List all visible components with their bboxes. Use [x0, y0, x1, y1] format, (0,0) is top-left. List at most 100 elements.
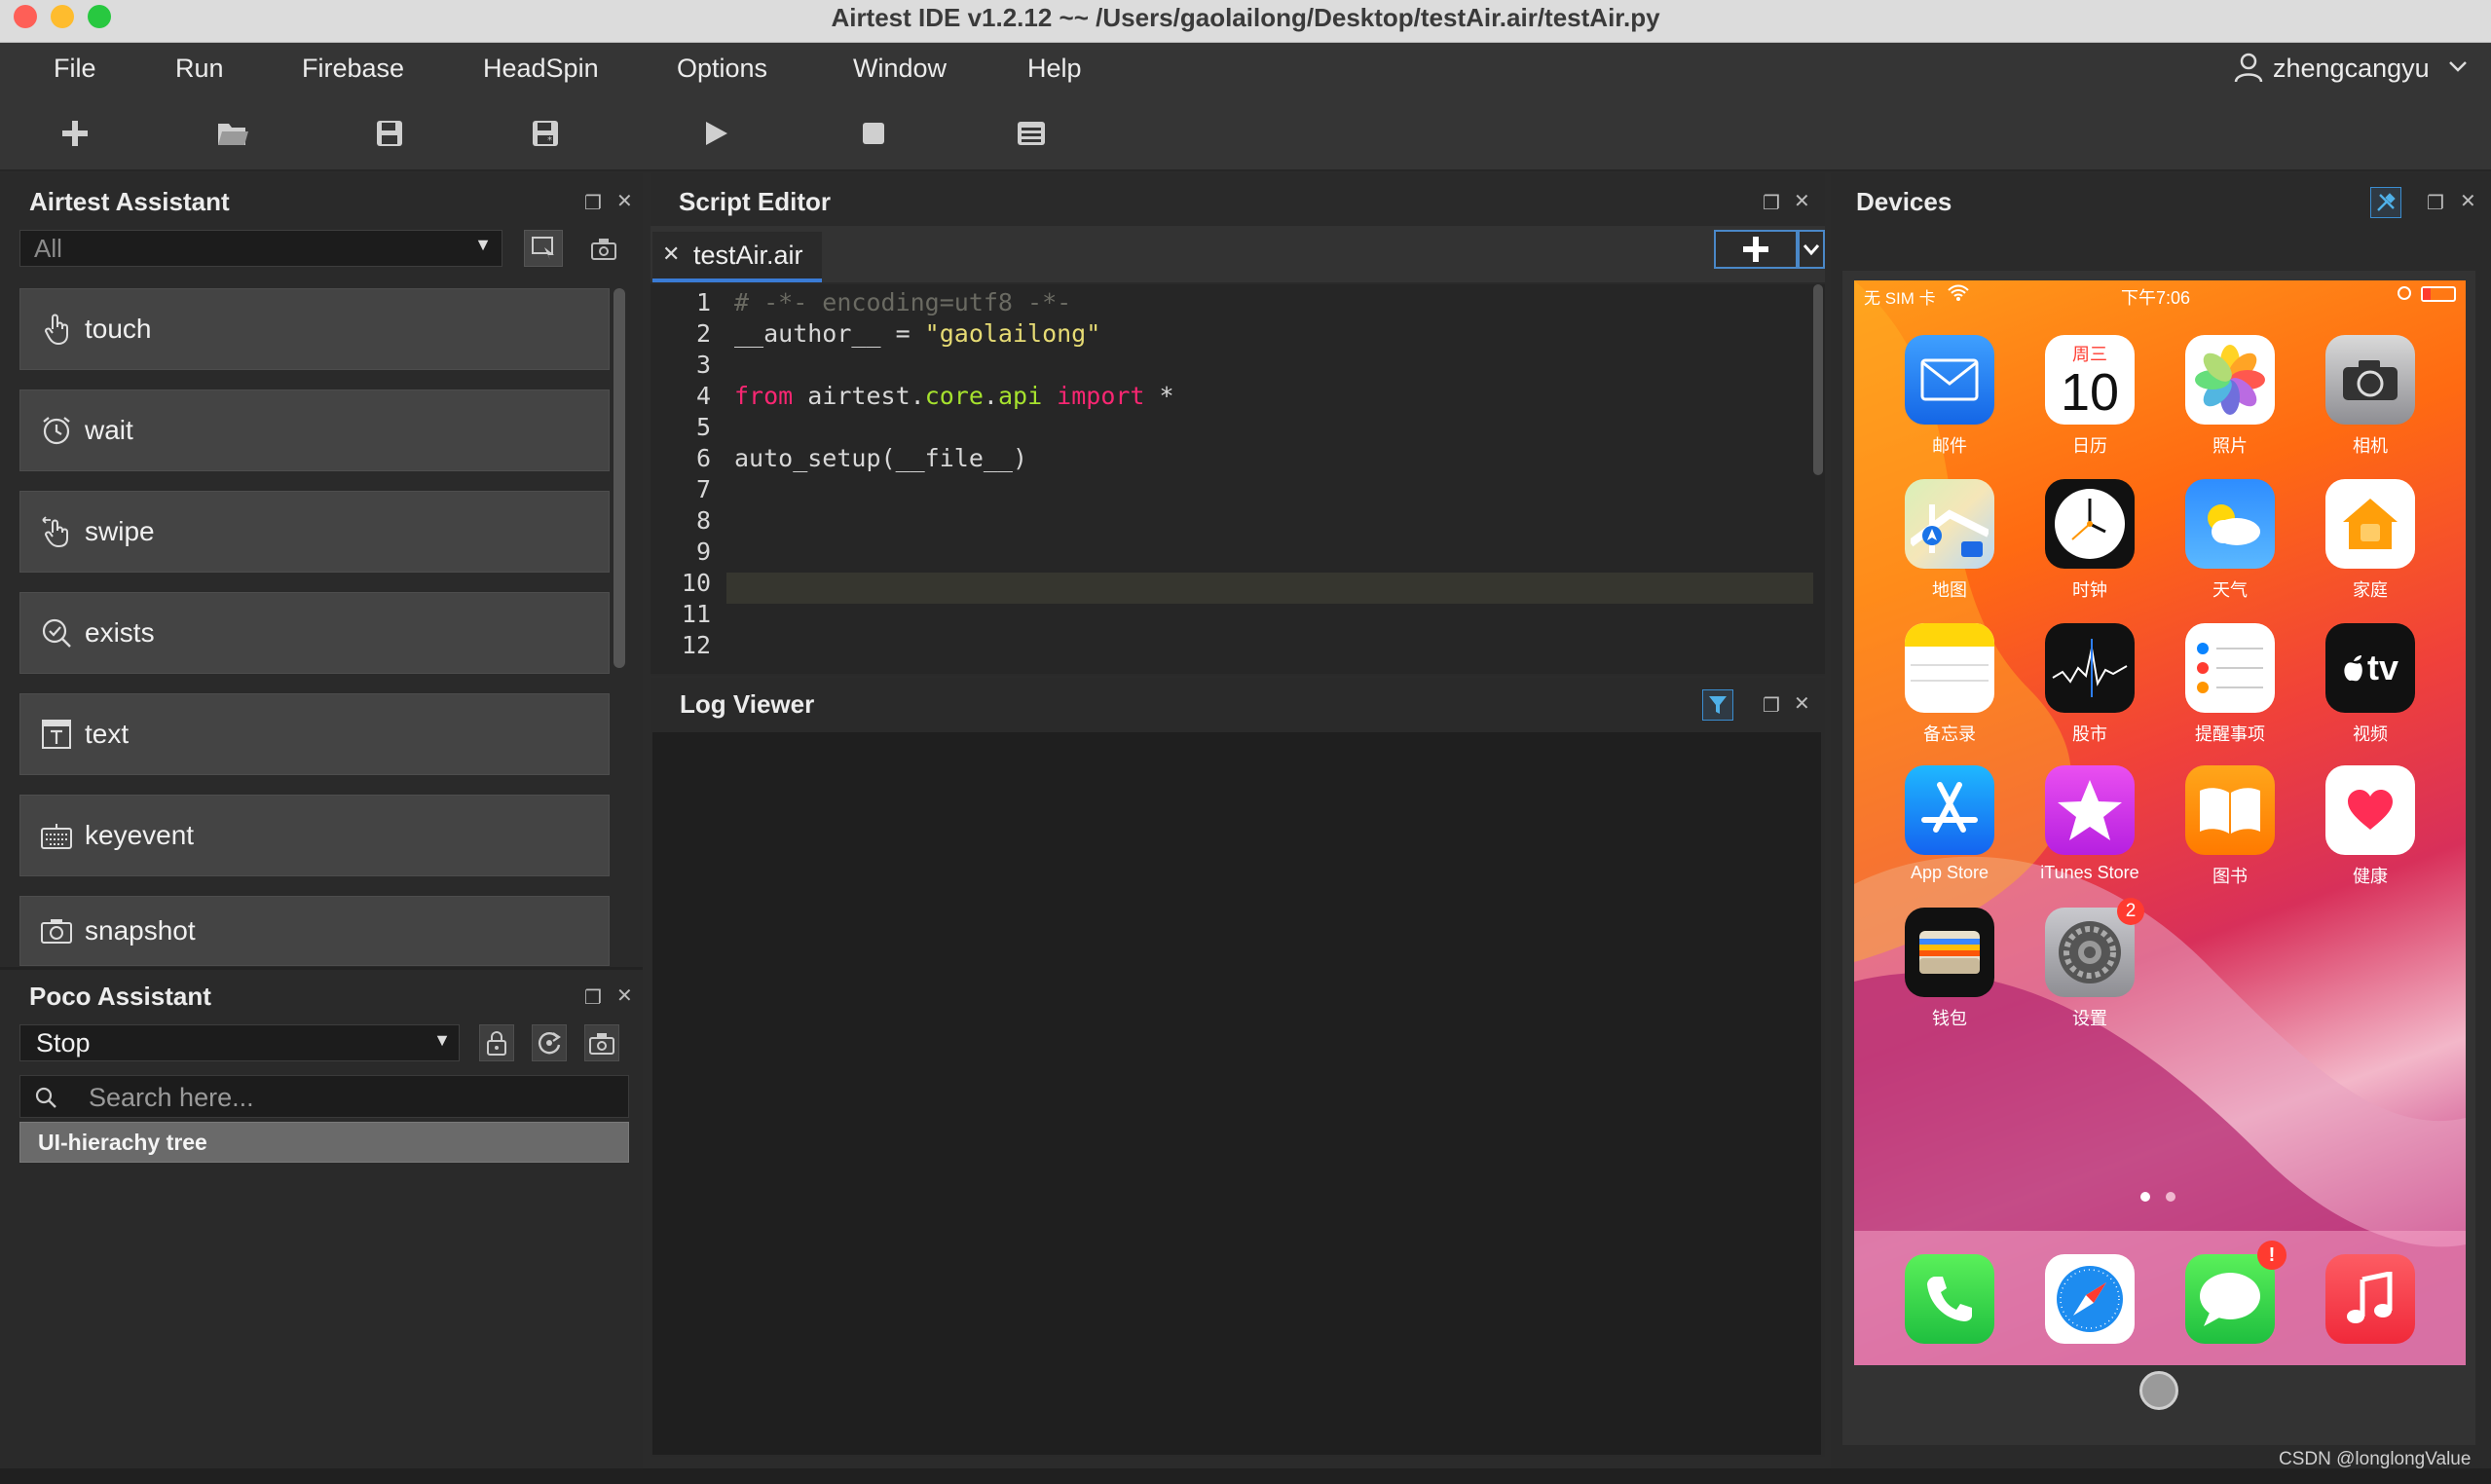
clock-app-icon[interactable]: [2045, 479, 2135, 569]
menu-help[interactable]: Help: [1027, 43, 1082, 93]
editor-scrollbar[interactable]: [1813, 284, 1823, 475]
open-script-button[interactable]: [208, 109, 257, 158]
home-app-icon[interactable]: [2325, 479, 2415, 569]
tab-list-button[interactable]: [1798, 230, 1825, 269]
menu-options[interactable]: Options: [677, 43, 767, 93]
calendar-app-icon[interactable]: 周三 10: [2045, 335, 2135, 425]
safari-app-icon[interactable]: [2045, 1254, 2135, 1344]
page-indicator-dot[interactable]: [2140, 1192, 2150, 1202]
action-text-button[interactable]: text: [19, 693, 610, 775]
chevron-down-icon: ▼: [474, 235, 492, 254]
close-tab-icon[interactable]: ✕: [662, 241, 680, 267]
device-tools-button[interactable]: [2370, 187, 2401, 218]
app-label: 设置: [2072, 1009, 2107, 1028]
user-icon[interactable]: [2232, 51, 2265, 84]
mail-app-icon[interactable]: [1905, 335, 1994, 425]
maps-app-icon[interactable]: [1905, 479, 1994, 569]
poco-mode-value: Stop: [36, 1028, 91, 1057]
camera-app-icon[interactable]: [2325, 335, 2415, 425]
poco-record-button[interactable]: [584, 1024, 619, 1061]
filter-select-value: All: [34, 234, 62, 263]
reminders-app-icon[interactable]: [2185, 623, 2275, 713]
log-filter-button[interactable]: [1702, 689, 1733, 721]
float-panel-icon[interactable]: ❐: [1763, 693, 1780, 718]
books-app-icon[interactable]: [2185, 765, 2275, 855]
chevron-down-icon[interactable]: [2446, 55, 2470, 78]
record-button[interactable]: [584, 230, 623, 267]
filter-select[interactable]: All ▼: [19, 230, 502, 267]
menu-run[interactable]: Run: [175, 43, 224, 93]
new-script-button[interactable]: [51, 109, 99, 158]
tv-app-icon[interactable]: tv: [2325, 623, 2415, 713]
app-label: 家庭: [2353, 580, 2388, 600]
save-as-button[interactable]: *: [522, 109, 571, 158]
health-app-icon[interactable]: [2325, 765, 2415, 855]
app-label: 时钟: [2072, 580, 2107, 600]
poco-lock-button[interactable]: [479, 1024, 514, 1061]
hierarchy-tree-header[interactable]: UI-hierachy tree: [19, 1122, 629, 1163]
wallet-app-icon[interactable]: [1905, 908, 1994, 997]
messages-app-icon[interactable]: [2185, 1254, 2275, 1344]
action-label: text: [85, 719, 130, 749]
weather-app-icon[interactable]: [2185, 479, 2275, 569]
float-panel-icon[interactable]: ❐: [1763, 191, 1780, 215]
action-snapshot-button[interactable]: snapshot: [19, 896, 610, 966]
home-button[interactable]: [2139, 1371, 2178, 1410]
float-panel-icon[interactable]: ❐: [2427, 191, 2444, 215]
close-panel-icon[interactable]: ✕: [616, 983, 633, 1008]
menu-firebase[interactable]: Firebase: [302, 43, 404, 93]
music-app-icon[interactable]: [2325, 1254, 2415, 1344]
poco-refresh-button[interactable]: [532, 1024, 567, 1061]
action-swipe-button[interactable]: swipe: [19, 491, 610, 573]
code-module: api: [997, 382, 1043, 410]
camera-icon: [40, 914, 73, 947]
app-label: 邮件: [1932, 436, 1967, 456]
close-panel-icon[interactable]: ✕: [1794, 691, 1810, 716]
action-wait-button[interactable]: wait: [19, 390, 610, 471]
record-select-button[interactable]: [524, 230, 563, 267]
run-script-button[interactable]: [691, 109, 740, 158]
photos-app-icon[interactable]: [2185, 335, 2275, 425]
code-line-import: from airtest.core.api import *: [734, 382, 1174, 410]
view-log-button[interactable]: [1007, 109, 1056, 158]
action-keyevent-button[interactable]: keyevent: [19, 795, 610, 876]
close-panel-icon[interactable]: ✕: [1794, 189, 1810, 213]
action-exists-button[interactable]: exists: [19, 592, 610, 674]
float-panel-icon[interactable]: ❐: [584, 191, 602, 215]
line-number: 11: [681, 600, 711, 628]
action-label: snapshot: [85, 915, 196, 946]
camera-record-icon: [591, 239, 616, 260]
code-operator: *: [1144, 382, 1174, 410]
action-touch-button[interactable]: touch: [19, 288, 610, 370]
itunes-store-icon[interactable]: [2045, 765, 2135, 855]
new-tab-button[interactable]: [1714, 230, 1798, 269]
user-name[interactable]: zhengcangyu: [2273, 43, 2430, 93]
assistant-scrollbar[interactable]: [613, 288, 625, 668]
log-output-area[interactable]: [652, 732, 1821, 1455]
close-panel-icon[interactable]: ✕: [2460, 189, 2476, 213]
save-button[interactable]: [365, 109, 414, 158]
stop-script-button[interactable]: [849, 109, 898, 158]
page-indicator-dot[interactable]: [2166, 1192, 2175, 1202]
app-label: 地图: [1932, 580, 1967, 600]
float-panel-icon[interactable]: ❐: [584, 985, 602, 1010]
app-label: 图书: [2212, 867, 2248, 886]
poco-search-input[interactable]: Search here...: [19, 1075, 629, 1118]
menu-headspin[interactable]: HeadSpin: [483, 43, 599, 93]
tab-testair[interactable]: ✕ testAir.air: [652, 232, 822, 282]
phone-app-icon[interactable]: [1905, 1254, 1994, 1344]
app-store-icon[interactable]: [1905, 765, 1994, 855]
chevron-down-icon: [1803, 244, 1820, 256]
app-label: 视频: [2353, 724, 2388, 744]
action-label: wait: [85, 415, 133, 445]
app-label: 备忘录: [1923, 724, 1976, 744]
menu-file[interactable]: File: [54, 43, 96, 93]
close-panel-icon[interactable]: ✕: [616, 189, 633, 213]
menu-window[interactable]: Window: [853, 43, 947, 93]
lock-icon: [487, 1031, 506, 1056]
plus-icon: [62, 121, 88, 146]
messages-badge: !: [2257, 1241, 2287, 1270]
poco-mode-select[interactable]: Stop ▼: [19, 1024, 460, 1061]
notes-app-icon[interactable]: [1905, 623, 1994, 713]
stocks-app-icon[interactable]: [2045, 623, 2135, 713]
